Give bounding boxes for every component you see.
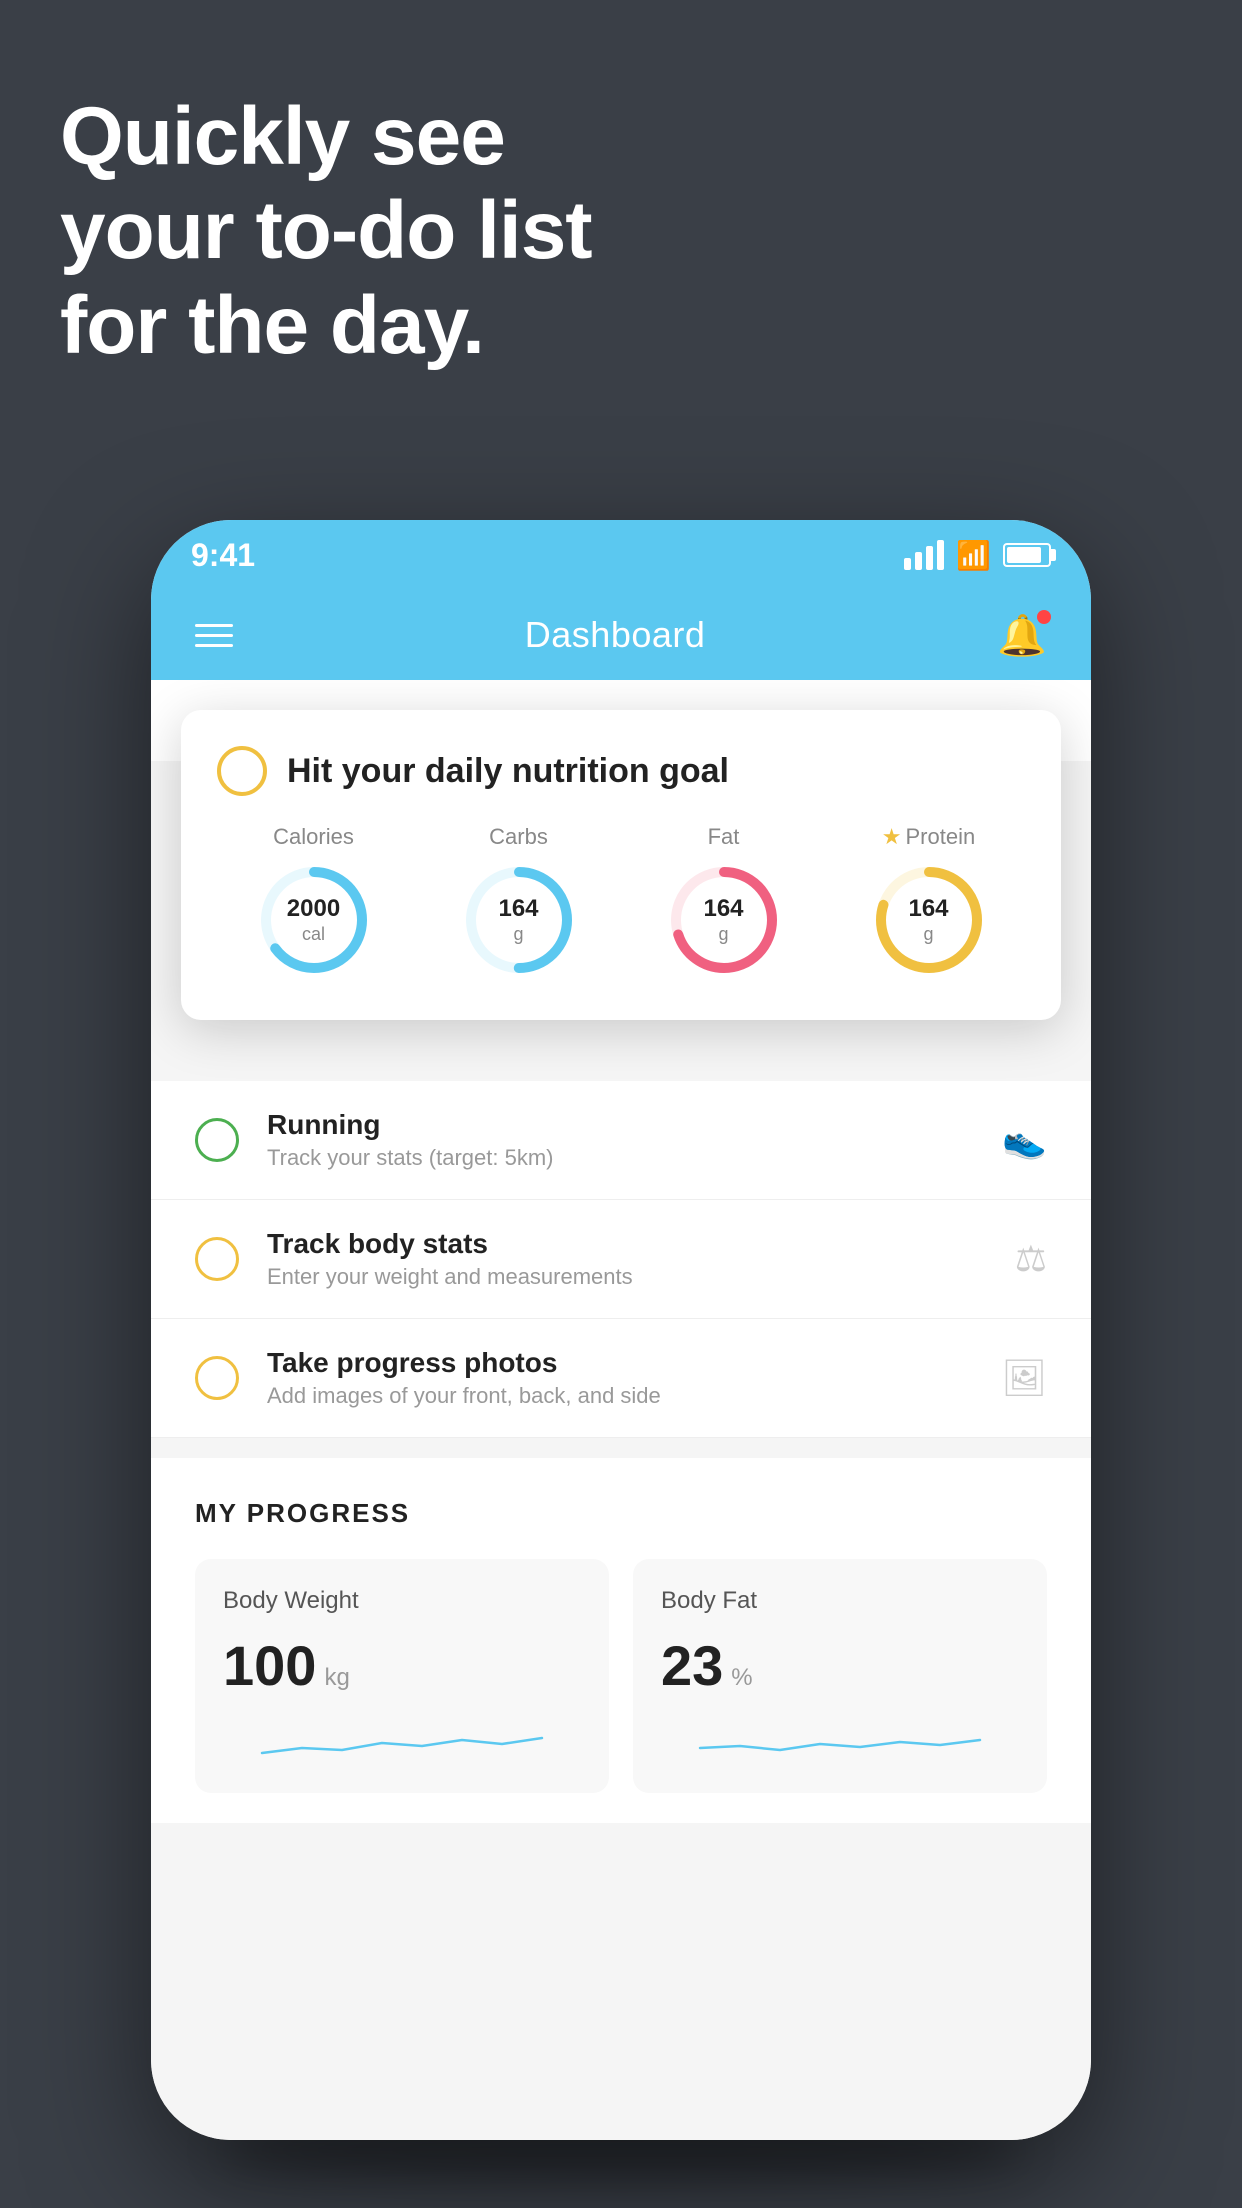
calories-label: Calories [273,824,354,850]
body-weight-card[interactable]: Body Weight 100 kg [195,1559,609,1793]
nutrition-carbs: Carbs 164 g [422,824,615,980]
todo-list: Running Track your stats (target: 5km) 👟… [151,1081,1091,1438]
app-header: Dashboard 🔔 [151,590,1091,680]
progress-photos-title: Take progress photos [267,1347,1001,1379]
nutrition-grid: Calories 2000 cal [217,824,1025,980]
carbs-label: Carbs [489,824,548,850]
calories-unit: cal [287,924,340,946]
status-icons: 📶 [904,539,1051,572]
nutrition-card[interactable]: Hit your daily nutrition goal Calories [181,710,1061,1020]
todo-item-progress-photos[interactable]: Take progress photos Add images of your … [151,1319,1091,1438]
protein-star-icon: ★ [882,824,902,850]
status-time: 9:41 [191,537,255,574]
body-weight-value: 100 [223,1633,316,1698]
fat-value: 164 [703,895,743,924]
hamburger-menu-button[interactable] [195,624,233,647]
carbs-unit: g [498,924,538,946]
calories-value: 2000 [287,895,340,924]
body-fat-card-title: Body Fat [661,1587,1019,1615]
body-stats-title: Track body stats [267,1228,1015,1260]
nutrition-protein: ★ Protein 164 g [832,824,1025,980]
todo-item-body-stats[interactable]: Track body stats Enter your weight and m… [151,1200,1091,1319]
progress-photos-text-block: Take progress photos Add images of your … [267,1347,1001,1409]
running-icon: 👟 [1002,1119,1047,1161]
headline: Quickly see your to-do list for the day. [60,90,592,373]
content-area: THINGS TO DO TODAY Hit your daily nutrit… [151,680,1091,2140]
body-fat-card[interactable]: Body Fat 23 % [633,1559,1047,1793]
phone-wrapper: 9:41 📶 Dashboard [151,520,1091,2140]
body-weight-unit: kg [324,1664,349,1692]
carbs-value: 164 [498,895,538,924]
running-circle [195,1118,239,1162]
running-title: Running [267,1109,1002,1141]
progress-cards-grid: Body Weight 100 kg Body Fat 23 [195,1559,1047,1793]
body-weight-sparkline [223,1718,581,1768]
carbs-donut: 164 g [459,860,579,980]
phone-shell: 9:41 📶 Dashboard [151,520,1091,2140]
nutrition-check-circle [217,746,267,796]
nutrition-card-title: Hit your daily nutrition goal [287,752,729,791]
body-fat-unit: % [731,1664,752,1692]
body-stats-icon: ⚖ [1015,1238,1047,1280]
progress-photos-subtitle: Add images of your front, back, and side [267,1383,1001,1409]
body-stats-subtitle: Enter your weight and measurements [267,1264,1015,1290]
running-text-block: Running Track your stats (target: 5km) [267,1109,1002,1171]
fat-label: Fat [708,824,740,850]
notifications-button[interactable]: 🔔 [997,612,1047,659]
signal-icon [904,540,944,570]
protein-unit: g [908,924,948,946]
body-stats-circle [195,1237,239,1281]
fat-unit: g [703,924,743,946]
protein-donut: 164 g [869,860,989,980]
protein-label: Protein [906,824,976,850]
status-bar: 9:41 📶 [151,520,1091,590]
battery-icon [1003,543,1051,567]
nutrition-fat: Fat 164 g [627,824,820,980]
wifi-icon: 📶 [956,539,991,572]
header-title: Dashboard [525,614,706,656]
progress-section: MY PROGRESS Body Weight 100 kg Body [151,1458,1091,1823]
todo-item-running[interactable]: Running Track your stats (target: 5km) 👟 [151,1081,1091,1200]
nutrition-calories: Calories 2000 cal [217,824,410,980]
calories-donut: 2000 cal [254,860,374,980]
body-weight-card-title: Body Weight [223,1587,581,1615]
notification-dot [1037,610,1051,624]
progress-section-title: MY PROGRESS [195,1498,1047,1529]
body-stats-text-block: Track body stats Enter your weight and m… [267,1228,1015,1290]
running-subtitle: Track your stats (target: 5km) [267,1145,1002,1171]
fat-donut: 164 g [664,860,784,980]
progress-photos-icon: 🖼 [1001,1357,1047,1399]
body-fat-value: 23 [661,1633,723,1698]
body-fat-sparkline [661,1718,1019,1768]
progress-photos-circle [195,1356,239,1400]
protein-value: 164 [908,895,948,924]
